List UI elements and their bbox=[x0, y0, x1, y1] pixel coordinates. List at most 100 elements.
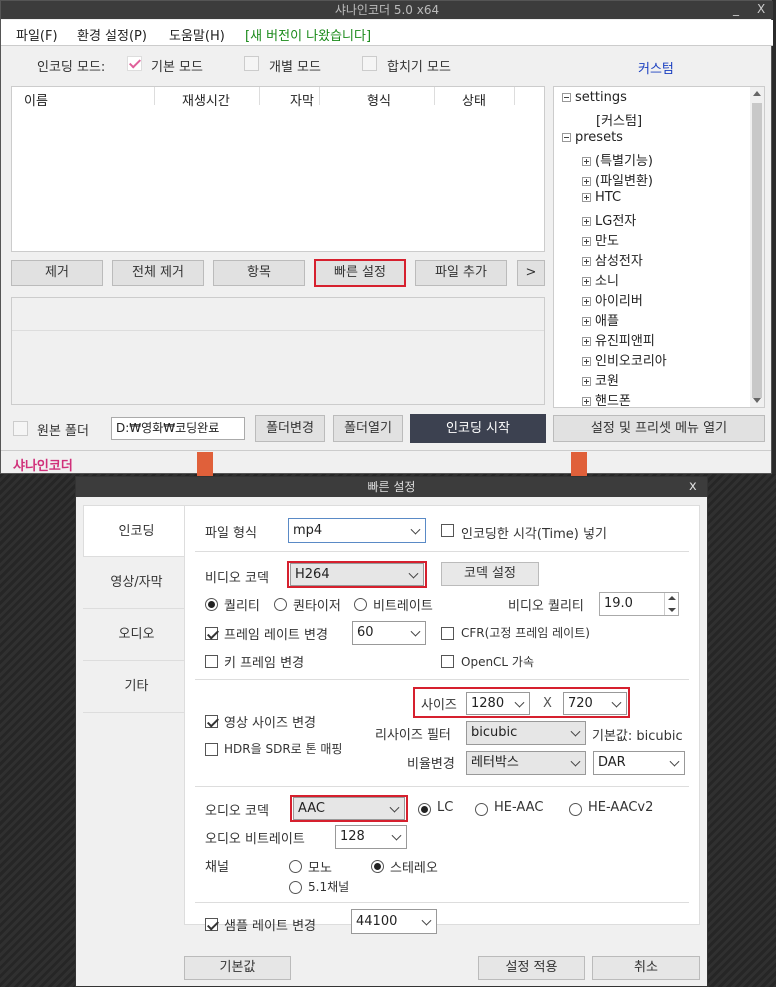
height-select[interactable]: 720 bbox=[563, 692, 627, 715]
column-status[interactable]: 상태 bbox=[462, 90, 486, 109]
expand-icon[interactable] bbox=[582, 177, 591, 186]
tree-preset-item[interactable]: 만도 bbox=[582, 230, 619, 249]
audio-bitrate-select[interactable]: 128 bbox=[335, 825, 407, 849]
tab-audio[interactable]: 오디오 bbox=[83, 609, 190, 661]
tree-preset-item[interactable]: 핸드폰 bbox=[582, 390, 631, 407]
open-settings-menu-button[interactable]: 설정 및 프리셋 메뉴 열기 bbox=[553, 415, 765, 442]
tree-settings-custom[interactable]: [커스텀] bbox=[596, 110, 642, 129]
ratio-select[interactable]: 레터박스 bbox=[466, 751, 586, 775]
collapse-icon[interactable] bbox=[562, 93, 571, 102]
tree-scrollbar[interactable] bbox=[750, 87, 764, 407]
change-folder-button[interactable]: 폴더변경 bbox=[255, 415, 325, 442]
he-aac-radio[interactable] bbox=[475, 802, 488, 817]
tab-video-subtitle[interactable]: 영상/자막 bbox=[83, 557, 190, 609]
close-button[interactable]: X bbox=[757, 2, 765, 16]
expand-icon[interactable] bbox=[582, 217, 591, 226]
menu-help[interactable]: 도움말(H) bbox=[169, 25, 225, 44]
collapse-icon[interactable] bbox=[562, 133, 571, 142]
expand-icon[interactable] bbox=[582, 377, 591, 386]
expand-icon[interactable] bbox=[582, 397, 591, 406]
width-select[interactable]: 1280 bbox=[466, 692, 530, 715]
dialog-close-button[interactable]: x bbox=[689, 479, 697, 494]
file-format-select[interactable]: mp4 bbox=[288, 518, 426, 543]
merge-mode-checkbox[interactable] bbox=[362, 56, 377, 71]
expand-icon[interactable] bbox=[582, 297, 591, 306]
codec-settings-button[interactable]: 코덱 설정 bbox=[441, 562, 539, 586]
apply-settings-button[interactable]: 설정 적용 bbox=[478, 956, 585, 980]
defaults-button[interactable]: 기본값 bbox=[184, 956, 291, 980]
individual-mode-checkbox[interactable] bbox=[244, 56, 259, 71]
tree-preset-item[interactable]: (특별기능) bbox=[582, 150, 653, 169]
tree-preset-item[interactable]: 아이리버 bbox=[582, 290, 643, 309]
scroll-down-icon[interactable] bbox=[753, 398, 761, 403]
tree-preset-item[interactable]: 코원 bbox=[582, 370, 619, 389]
expand-icon[interactable] bbox=[582, 337, 591, 346]
bitrate-radio[interactable] bbox=[354, 597, 367, 612]
expand-icon[interactable] bbox=[582, 193, 591, 202]
tree-preset-item[interactable]: 애플 bbox=[582, 310, 619, 329]
start-encoding-button[interactable]: 인코딩 시작 bbox=[410, 414, 546, 443]
expand-icon[interactable] bbox=[582, 277, 591, 286]
add-file-button[interactable]: 파일 추가 bbox=[415, 260, 507, 286]
expand-icon[interactable] bbox=[582, 257, 591, 266]
he-aacv2-radio[interactable] bbox=[569, 802, 582, 817]
mono-radio[interactable] bbox=[289, 859, 302, 874]
quality-stepper[interactable] bbox=[664, 593, 678, 615]
stereo-radio[interactable] bbox=[371, 859, 384, 874]
cancel-button[interactable]: 취소 bbox=[592, 956, 700, 980]
cfr-checkbox[interactable] bbox=[441, 626, 454, 641]
menu-file[interactable]: 파일(F) bbox=[16, 25, 58, 44]
source-folder-checkbox[interactable] bbox=[13, 421, 28, 436]
columns-button[interactable]: 항목 bbox=[213, 260, 305, 286]
lc-radio[interactable] bbox=[418, 802, 431, 817]
tree-preset-item[interactable]: 삼성전자 bbox=[582, 250, 643, 269]
resize-checkbox[interactable] bbox=[205, 714, 218, 729]
new-version-link[interactable]: [새 버전이 나왔습니다] bbox=[245, 25, 371, 44]
dar-select[interactable]: DAR bbox=[593, 751, 685, 775]
surround-radio[interactable] bbox=[289, 880, 302, 895]
video-quality-field[interactable]: 19.0 bbox=[599, 592, 679, 616]
tree-preset-item[interactable]: (파일변환) bbox=[582, 170, 653, 189]
sample-rate-checkbox[interactable] bbox=[205, 917, 218, 932]
tree-preset-item[interactable]: 유진피앤피 bbox=[582, 330, 655, 349]
file-list[interactable]: 이름 재생시간 자막 형식 상태 bbox=[11, 86, 545, 252]
expand-icon[interactable] bbox=[582, 157, 591, 166]
tree-scrollbar-thumb[interactable] bbox=[752, 103, 762, 398]
tree-preset-item[interactable]: LG전자 bbox=[582, 210, 636, 229]
expand-icon[interactable] bbox=[582, 237, 591, 246]
tree-presets[interactable]: presets bbox=[562, 130, 623, 145]
time-in-name-checkbox[interactable] bbox=[441, 523, 454, 538]
column-duration[interactable]: 재생시간 bbox=[182, 90, 230, 109]
expand-icon[interactable] bbox=[582, 357, 591, 366]
minimize-button[interactable]: _ bbox=[733, 2, 739, 16]
basic-mode-checkbox[interactable] bbox=[127, 56, 142, 71]
column-subtitle[interactable]: 자막 bbox=[290, 90, 314, 109]
frame-rate-checkbox[interactable] bbox=[205, 626, 218, 641]
tree-preset-item[interactable]: HTC bbox=[582, 190, 621, 205]
quality-radio[interactable] bbox=[205, 597, 218, 612]
expand-icon[interactable] bbox=[582, 317, 591, 326]
more-button[interactable]: > bbox=[517, 260, 545, 286]
quantizer-radio[interactable] bbox=[274, 597, 287, 612]
open-folder-button[interactable]: 폴더열기 bbox=[333, 415, 403, 442]
frame-rate-select[interactable]: 60 bbox=[352, 621, 426, 645]
output-path-field[interactable]: D:₩영화₩코딩완료 bbox=[111, 417, 245, 440]
hdr-checkbox[interactable] bbox=[205, 742, 218, 757]
tree-settings[interactable]: settings bbox=[562, 90, 627, 105]
remove-all-button[interactable]: 전체 제거 bbox=[112, 260, 204, 286]
column-format[interactable]: 형식 bbox=[367, 90, 391, 109]
sample-rate-select[interactable]: 44100 bbox=[351, 909, 437, 934]
scroll-up-icon[interactable] bbox=[753, 91, 761, 96]
tab-encoding[interactable]: 인코딩 bbox=[83, 505, 190, 557]
menu-preferences[interactable]: 환경 설정(P) bbox=[77, 25, 147, 44]
tree-preset-item[interactable]: 소니 bbox=[582, 270, 619, 289]
resize-filter-select[interactable]: bicubic bbox=[466, 721, 586, 745]
tab-etc[interactable]: 기타 bbox=[83, 661, 190, 713]
column-name[interactable]: 이름 bbox=[24, 90, 48, 109]
keyframe-checkbox[interactable] bbox=[205, 654, 218, 669]
custom-link[interactable]: 커스텀 bbox=[638, 58, 674, 77]
remove-button[interactable]: 제거 bbox=[11, 260, 103, 286]
opencl-checkbox[interactable] bbox=[441, 654, 454, 669]
preset-tree[interactable]: settings [커스텀] presets (특별기능) (파일변환) HTC LG… bbox=[553, 86, 765, 408]
tree-preset-item[interactable]: 인비오코리아 bbox=[582, 350, 667, 369]
